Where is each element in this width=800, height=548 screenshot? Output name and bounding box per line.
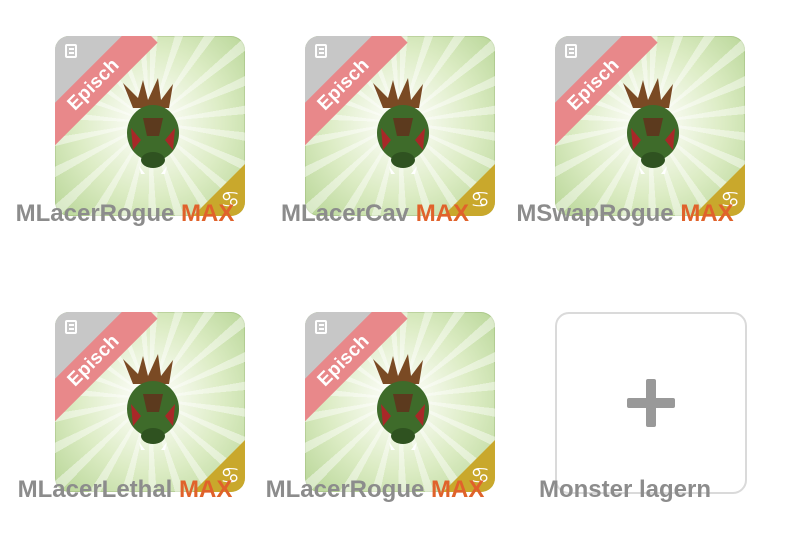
monster-name: MLacerRogue MAX: [250, 476, 500, 504]
monster-card-image[interactable]: Episch ♋: [55, 36, 245, 216]
level-badge: MAX: [415, 200, 470, 227]
monster-name: MLacerCav MAX: [250, 200, 500, 228]
document-icon: [315, 44, 327, 58]
monster-illustration: [373, 354, 429, 450]
monster-card[interactable]: Episch ♋ MLacerCav MAX: [250, 0, 500, 240]
store-monster-slot[interactable]: Monster lagern: [500, 276, 750, 516]
monster-card[interactable]: Episch ♋ MLacerLethal MAX: [0, 276, 250, 516]
monster-card[interactable]: Episch ♋ MSwapRogue MAX: [500, 0, 750, 240]
monster-name-text: MLacerCav: [280, 200, 410, 227]
monster-illustration: [123, 354, 179, 450]
monster-illustration: [123, 78, 179, 174]
monster-name-text: MLacerRogue: [265, 476, 425, 503]
monster-illustration: [373, 78, 429, 174]
monster-name: MLacerLethal MAX: [0, 476, 250, 504]
monster-name: MSwapRogue MAX: [500, 200, 750, 228]
monster-name-text: MLacerLethal: [17, 476, 173, 503]
monster-name-text: MSwapRogue: [516, 200, 674, 227]
monster-card-image[interactable]: Episch ♋: [55, 312, 245, 492]
monster-storage-grid: Episch ♋ MLacerRogue MAX Episch ♋ MLacer…: [0, 0, 800, 548]
add-monster-button[interactable]: [555, 312, 747, 494]
monster-card-image[interactable]: Episch ♋: [555, 36, 745, 216]
level-badge: MAX: [181, 200, 235, 227]
monster-card[interactable]: Episch ♋ MLacerRogue MAX: [250, 276, 500, 516]
document-icon: [315, 320, 327, 334]
plus-icon: [627, 379, 675, 427]
monster-name: MLacerRogue MAX: [0, 200, 250, 228]
monster-card[interactable]: Episch ♋ MLacerRogue MAX: [0, 0, 250, 240]
monster-name-text: MLacerRogue: [15, 200, 175, 227]
monster-illustration: [623, 78, 679, 174]
document-icon: [65, 320, 77, 334]
document-icon: [565, 44, 577, 58]
document-icon: [65, 44, 77, 58]
store-monster-label: Monster lagern: [538, 476, 712, 503]
level-badge: MAX: [680, 200, 734, 227]
level-badge: MAX: [179, 476, 233, 503]
monster-card-image[interactable]: Episch ♋: [305, 312, 495, 492]
monster-card-image[interactable]: Episch ♋: [305, 36, 495, 216]
level-badge: MAX: [431, 476, 485, 503]
